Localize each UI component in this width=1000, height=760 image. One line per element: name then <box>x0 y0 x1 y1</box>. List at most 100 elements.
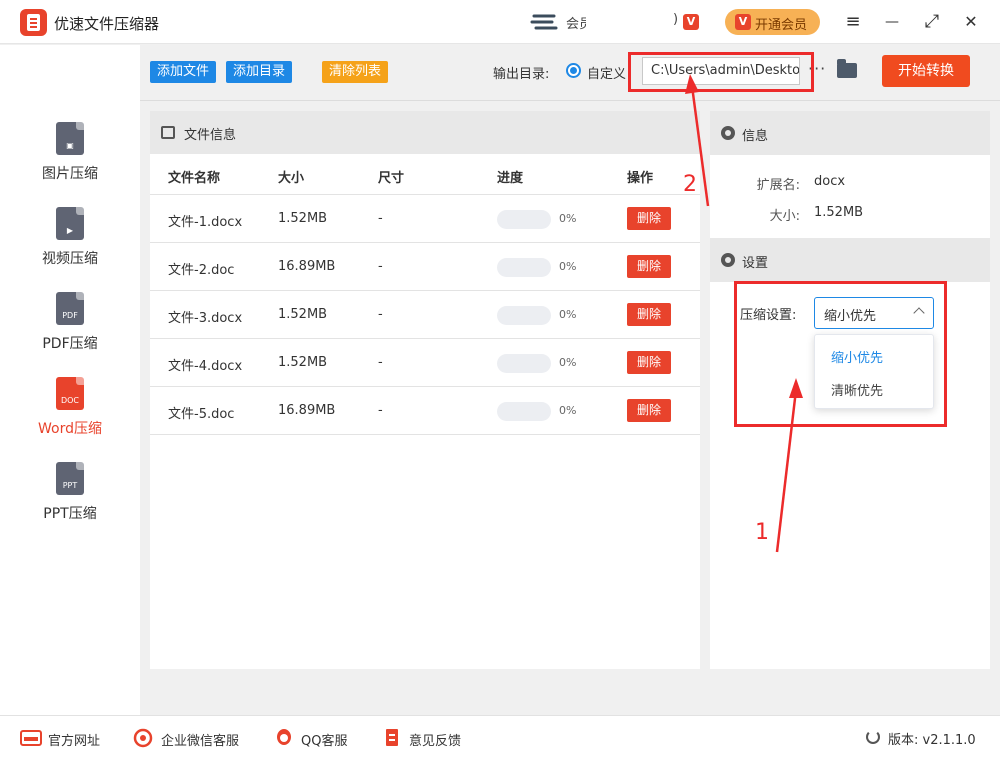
info-title: 信息 <box>742 129 769 144</box>
column-header-action: 操作 <box>627 171 654 186</box>
delete-button[interactable]: 删除 <box>627 399 671 422</box>
toolbar: 添加文件 添加目录 清除列表 输出目录: 自定义 C:\Users\admin\… <box>140 45 1000 101</box>
custom-dir-radio[interactable] <box>566 63 581 78</box>
custom-dir-label: 自定义 <box>587 67 627 82</box>
delete-button[interactable]: 删除 <box>627 255 671 278</box>
progress-bar <box>497 210 551 229</box>
file-size: 1.52MB <box>278 307 328 322</box>
file-info-header: 文件信息 <box>150 111 700 154</box>
app-title: 优速文件压缩器 <box>54 15 160 33</box>
progress-bar <box>497 306 551 325</box>
file-name: 文件-4.docx <box>168 359 243 374</box>
add-directory-button[interactable]: 添加目录 <box>226 61 293 83</box>
sidebar-item-video[interactable]: ▶ 视频压缩 <box>0 207 140 287</box>
settings-header: 设置 <box>710 238 990 282</box>
progress-text: 0% <box>559 260 577 273</box>
open-vip-label: 开通会员 <box>755 18 808 33</box>
table-row: 文件-5.doc 16.89MB - 0% 删除 <box>150 386 700 434</box>
file-dimension: - <box>378 307 383 322</box>
file-size: 1.52MB <box>278 211 328 226</box>
sidebar-item-label: 图片压缩 <box>42 166 98 182</box>
progress-text: 0% <box>559 404 577 417</box>
pdf-file-icon: PDF <box>56 292 84 325</box>
file-name: 文件-2.doc <box>168 263 235 278</box>
file-name: 文件-5.doc <box>168 407 235 422</box>
clear-list-button[interactable]: 清除列表 <box>322 61 389 83</box>
title-bar: 优速文件压缩器 会员 ) V V 开通会员 ≡ — ⤢ ✕ <box>0 0 1000 44</box>
add-file-button[interactable]: 添加文件 <box>150 61 217 83</box>
minimize-icon[interactable]: — <box>880 10 904 34</box>
vip-mini-icon[interactable]: ) V <box>673 12 701 32</box>
start-convert-button[interactable]: 开始转换 <box>882 55 970 87</box>
sidebar-item-label: Word压缩 <box>38 421 102 437</box>
sidebar-item-label: PPT压缩 <box>43 506 97 522</box>
output-dir-label: 输出目录: <box>493 67 550 82</box>
highlight-box-settings <box>734 281 947 427</box>
file-info-panel: 文件信息 文件名称 大小 尺寸 进度 操作 文件-1.docx 1.52MB -… <box>150 111 700 669</box>
feedback-icon <box>386 729 398 746</box>
delete-button[interactable]: 删除 <box>627 303 671 326</box>
open-vip-button[interactable]: V 开通会员 <box>725 9 820 35</box>
doc-file-icon: DOC <box>56 377 84 410</box>
app-logo-icon <box>20 9 47 36</box>
annotation-number-2: 2 <box>683 172 697 197</box>
table-row: 文件-3.docx 1.52MB - 0% 删除 <box>150 290 700 338</box>
vip-icon: V <box>735 14 751 30</box>
wechat-icon <box>133 728 153 748</box>
menu-icon[interactable]: ≡ <box>841 10 865 34</box>
table-row: 文件-4.docx 1.52MB - 0% 删除 <box>150 338 700 386</box>
version-text: 版本: v2.1.1.0 <box>888 733 976 748</box>
gear-icon <box>721 126 735 140</box>
refresh-icon[interactable] <box>866 730 880 744</box>
member-text: 会员 <box>566 17 586 32</box>
ppt-file-icon: PPT <box>56 462 84 495</box>
file-dimension: - <box>378 403 383 418</box>
settings-title: 设置 <box>742 256 769 271</box>
file-dimension: - <box>378 259 383 274</box>
info-header: 信息 <box>710 111 990 155</box>
image-file-icon: ▣ <box>56 122 84 155</box>
progress-text: 0% <box>559 308 577 321</box>
table-row: 文件-1.docx 1.52MB - 0% 删除 <box>150 194 700 242</box>
folder-icon[interactable] <box>837 59 857 78</box>
delete-button[interactable]: 删除 <box>627 207 671 230</box>
progress-bar <box>497 354 551 373</box>
highlight-box-output-path <box>628 52 814 92</box>
gear-icon <box>721 253 735 267</box>
qq-icon <box>277 729 291 745</box>
column-header-size: 大小 <box>278 171 305 186</box>
size-label: 大小: <box>769 209 800 224</box>
annotation-number-1: 1 <box>755 520 769 545</box>
file-dimension: - <box>378 355 383 370</box>
progress-bar <box>497 258 551 277</box>
file-name: 文件-1.docx <box>168 215 243 230</box>
progress-text: 0% <box>559 212 577 225</box>
extension-label: 扩展名: <box>756 178 800 193</box>
file-info-title: 文件信息 <box>184 128 237 143</box>
file-dimension: - <box>378 211 383 226</box>
sidebar-item-word[interactable]: DOC Word压缩 <box>0 377 140 457</box>
sidebar-item-image[interactable]: ▣ 图片压缩 <box>0 122 140 202</box>
close-icon[interactable]: ✕ <box>959 10 983 34</box>
maximize-icon[interactable]: ⤢ <box>920 10 944 34</box>
sidebar-item-pdf[interactable]: PDF PDF压缩 <box>0 292 140 372</box>
column-header-dimension: 尺寸 <box>378 171 405 186</box>
size-value: 1.52MB <box>814 205 864 220</box>
brand-logo-icon <box>530 14 558 30</box>
video-file-icon: ▶ <box>56 207 84 240</box>
file-size: 16.89MB <box>278 403 336 418</box>
file-size: 1.52MB <box>278 355 328 370</box>
divider <box>150 434 700 435</box>
sidebar-item-label: 视频压缩 <box>42 251 98 267</box>
sidebar-item-label: PDF压缩 <box>42 336 98 352</box>
file-name: 文件-3.docx <box>168 311 243 326</box>
extension-value: docx <box>814 174 846 189</box>
table-row: 文件-2.doc 16.89MB - 0% 删除 <box>150 242 700 290</box>
progress-text: 0% <box>559 356 577 369</box>
image-icon <box>161 126 175 139</box>
column-header-name: 文件名称 <box>168 171 221 186</box>
website-icon <box>20 730 42 746</box>
file-size: 16.89MB <box>278 259 336 274</box>
delete-button[interactable]: 删除 <box>627 351 671 374</box>
sidebar-item-ppt[interactable]: PPT PPT压缩 <box>0 462 140 542</box>
